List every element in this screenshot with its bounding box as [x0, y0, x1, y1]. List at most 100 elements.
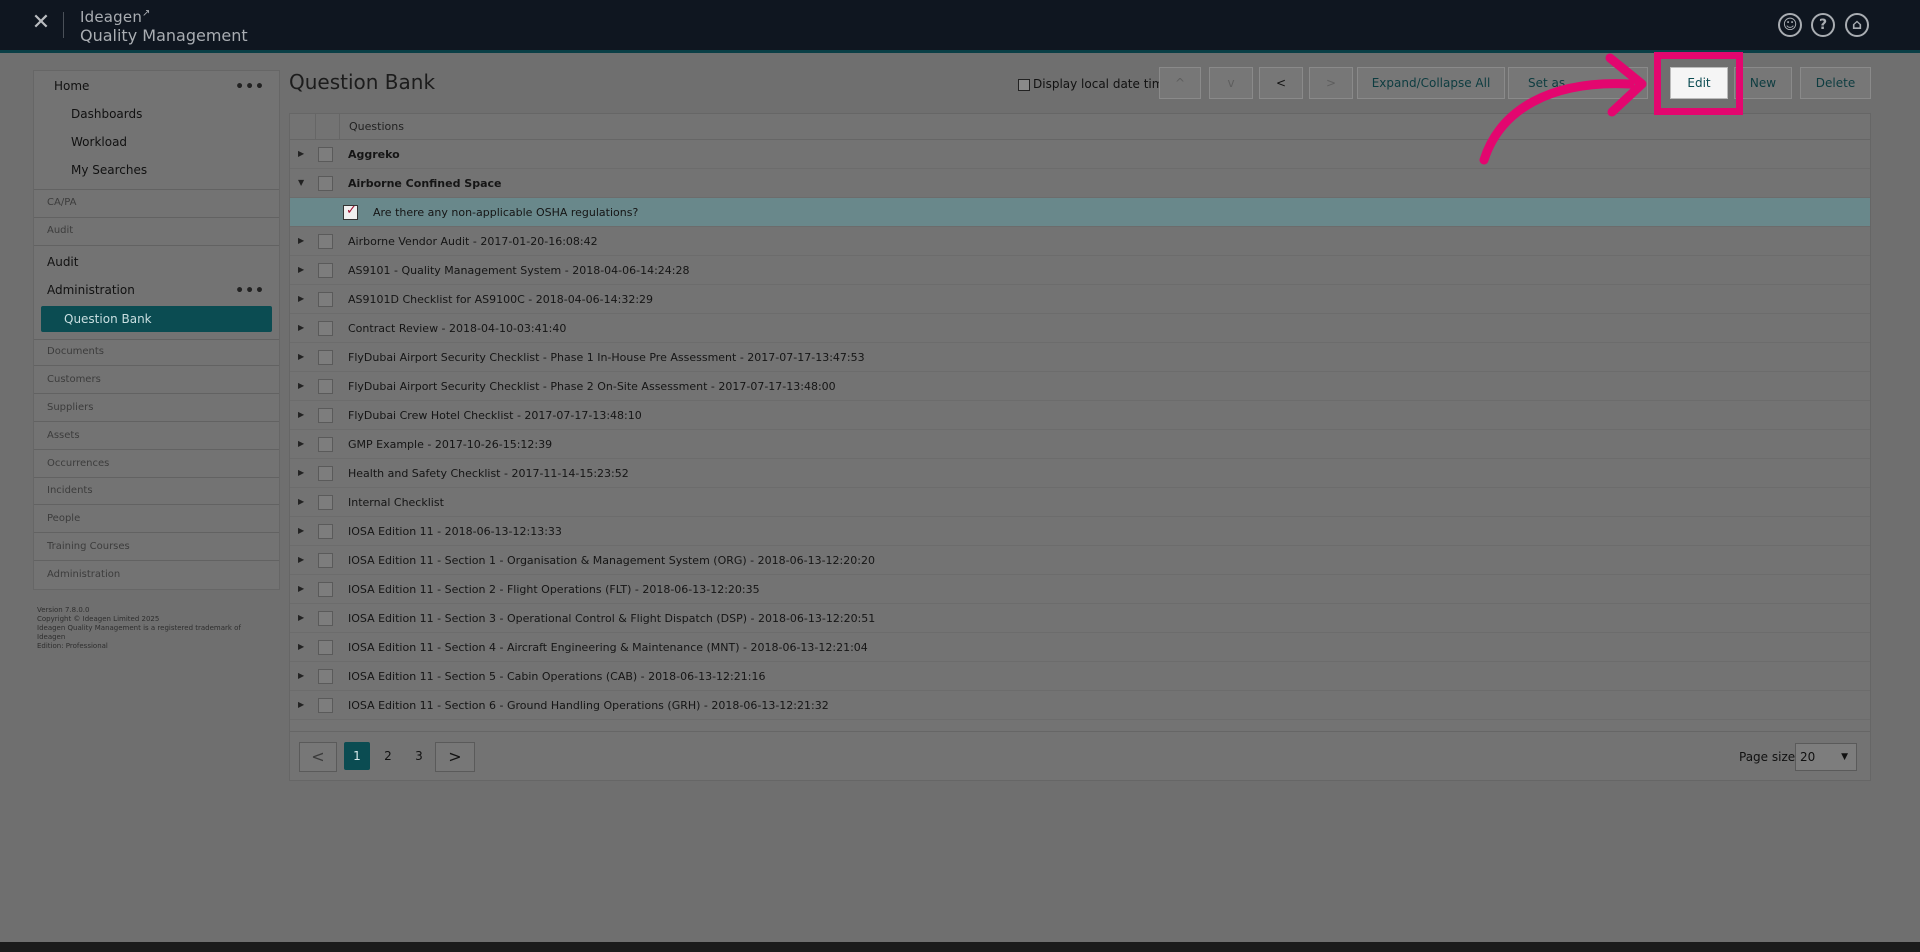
- sidebar-item-my-searches[interactable]: My Searches: [34, 163, 279, 177]
- expand-caret-icon[interactable]: ▶: [298, 410, 304, 419]
- divider: [34, 449, 279, 450]
- table-row[interactable]: ▼ Airborne Confined Space: [290, 169, 1870, 198]
- sidebar-item-suppliers[interactable]: Suppliers: [34, 402, 279, 413]
- sidebar-item-customers[interactable]: Customers: [34, 374, 279, 385]
- expand-caret-icon[interactable]: ▶: [298, 265, 304, 274]
- row-checkbox[interactable]: [318, 495, 333, 510]
- row-checkbox[interactable]: [318, 553, 333, 568]
- row-label: IOSA Edition 11 - Section 1 - Organisati…: [348, 554, 875, 567]
- delete-button[interactable]: Delete: [1800, 67, 1871, 99]
- row-checkbox[interactable]: [318, 611, 333, 626]
- table-row[interactable]: ▶ Airborne Vendor Audit - 2017-01-20-16:…: [290, 227, 1870, 256]
- divider: [34, 477, 279, 478]
- close-icon[interactable]: ✕: [28, 10, 54, 36]
- row-checkbox[interactable]: [318, 524, 333, 539]
- expand-caret-icon[interactable]: ▶: [298, 584, 304, 593]
- row-checkbox[interactable]: [318, 582, 333, 597]
- column-header-questions[interactable]: Questions: [349, 120, 404, 133]
- sidebar-item-administration-module[interactable]: Administration: [34, 569, 279, 580]
- page-size-select[interactable]: 20 ▼: [1795, 743, 1857, 771]
- page-1-button[interactable]: 1: [344, 742, 370, 770]
- table-row[interactable]: ▶ IOSA Edition 11 - Section 3 - Operatio…: [290, 604, 1870, 633]
- row-checkbox[interactable]: [318, 408, 333, 423]
- expand-caret-icon[interactable]: ▶: [298, 294, 304, 303]
- expand-caret-icon[interactable]: ▶: [298, 352, 304, 361]
- table-row[interactable]: ▶ FlyDubai Airport Security Checklist - …: [290, 343, 1870, 372]
- expand-caret-icon[interactable]: ▶: [298, 149, 304, 158]
- sidebar-item-dashboards[interactable]: Dashboards: [34, 107, 279, 121]
- sidebar-item-incidents[interactable]: Incidents: [34, 485, 279, 496]
- sidebar-item-capa[interactable]: CA/PA: [34, 197, 279, 208]
- expand-caret-icon[interactable]: ▶: [298, 642, 304, 651]
- table-row[interactable]: ▶ GMP Example - 2017-10-26-15:12:39: [290, 430, 1870, 459]
- user-icon[interactable]: ☺: [1778, 13, 1802, 37]
- collapse-caret-icon[interactable]: ▼: [298, 178, 304, 187]
- expand-caret-icon[interactable]: ▶: [298, 497, 304, 506]
- divider: [34, 245, 279, 246]
- home-icon[interactable]: ⌂: [1845, 13, 1869, 37]
- sidebar-item-workload[interactable]: Workload: [34, 135, 279, 149]
- sidebar-item-home[interactable]: Home •••: [34, 79, 279, 95]
- expand-caret-icon[interactable]: ▶: [298, 381, 304, 390]
- expand-caret-icon[interactable]: ▶: [298, 236, 304, 245]
- row-checkbox[interactable]: [318, 147, 333, 162]
- sidebar-item-training-courses[interactable]: Training Courses: [34, 541, 279, 552]
- row-checkbox[interactable]: [318, 466, 333, 481]
- expand-caret-icon[interactable]: ▶: [298, 526, 304, 535]
- page-3-button[interactable]: 3: [406, 742, 432, 770]
- table-row[interactable]: ▶ FlyDubai Airport Security Checklist - …: [290, 372, 1870, 401]
- table-row-child[interactable]: ✓ Are there any non-applicable OSHA regu…: [290, 198, 1870, 227]
- expand-caret-icon[interactable]: ▶: [298, 671, 304, 680]
- more-options-icon[interactable]: •••: [235, 283, 265, 299]
- expand-caret-icon[interactable]: ▶: [298, 323, 304, 332]
- sidebar-item-audit-module[interactable]: Audit: [34, 225, 279, 236]
- question-grid: Questions ▶ Aggreko ▼ Airborne Confined …: [289, 113, 1871, 781]
- expand-caret-icon[interactable]: ▶: [298, 555, 304, 564]
- table-row[interactable]: ▶ IOSA Edition 11 - Section 6 - Ground H…: [290, 691, 1870, 720]
- expand-caret-icon[interactable]: ▶: [298, 613, 304, 622]
- bottom-scroll-strip: [0, 942, 1920, 952]
- expand-caret-icon[interactable]: ▶: [298, 468, 304, 477]
- row-checkbox[interactable]: [318, 437, 333, 452]
- row-checkbox[interactable]: [318, 379, 333, 394]
- move-up-button[interactable]: ^: [1159, 67, 1201, 99]
- sidebar-item-administration[interactable]: Administration •••: [34, 283, 279, 299]
- table-row[interactable]: ▶ IOSA Edition 11 - Section 4 - Aircraft…: [290, 633, 1870, 662]
- table-row[interactable]: ▶ AS9101D Checklist for AS9100C - 2018-0…: [290, 285, 1870, 314]
- table-row[interactable]: ▶ IOSA Edition 11 - Section 5 - Cabin Op…: [290, 662, 1870, 691]
- indent-button[interactable]: >: [1309, 67, 1353, 99]
- table-row[interactable]: ▶ IOSA Edition 11 - Section 2 - Flight O…: [290, 575, 1870, 604]
- row-checkbox[interactable]: [318, 669, 333, 684]
- sidebar-item-occurrences[interactable]: Occurrences: [34, 458, 279, 469]
- table-row[interactable]: ▶ IOSA Edition 11 - 2018-06-13-12:13:33: [290, 517, 1870, 546]
- row-checkbox[interactable]: [318, 321, 333, 336]
- prev-page-button[interactable]: <: [299, 742, 337, 772]
- sidebar-item-documents[interactable]: Documents: [34, 346, 279, 357]
- row-checkbox[interactable]: [318, 350, 333, 365]
- table-row[interactable]: ▶ AS9101 - Quality Management System - 2…: [290, 256, 1870, 285]
- row-checkbox[interactable]: [318, 292, 333, 307]
- expand-caret-icon[interactable]: ▶: [298, 439, 304, 448]
- more-options-icon[interactable]: •••: [235, 79, 265, 95]
- row-checkbox[interactable]: [318, 698, 333, 713]
- row-checkbox[interactable]: [318, 263, 333, 278]
- next-page-button[interactable]: >: [435, 742, 475, 772]
- page-2-button[interactable]: 2: [375, 742, 401, 770]
- sidebar-item-people[interactable]: People: [34, 513, 279, 524]
- table-row[interactable]: ▶ FlyDubai Crew Hotel Checklist - 2017-0…: [290, 401, 1870, 430]
- row-checkbox[interactable]: [318, 176, 333, 191]
- outdent-button[interactable]: <: [1259, 67, 1303, 99]
- expand-caret-icon[interactable]: ▶: [298, 700, 304, 709]
- help-icon[interactable]: ?: [1811, 13, 1835, 37]
- row-checkbox[interactable]: [318, 234, 333, 249]
- table-row[interactable]: ▶ Health and Safety Checklist - 2017-11-…: [290, 459, 1870, 488]
- display-local-time-checkbox[interactable]: [1018, 79, 1030, 91]
- table-row[interactable]: ▶ Internal Checklist: [290, 488, 1870, 517]
- sidebar-item-assets[interactable]: Assets: [34, 430, 279, 441]
- table-row[interactable]: ▶ IOSA Edition 11 - Section 1 - Organisa…: [290, 546, 1870, 575]
- row-checkbox[interactable]: [318, 640, 333, 655]
- move-down-button[interactable]: v: [1209, 67, 1253, 99]
- sidebar-item-audit[interactable]: Audit: [34, 255, 279, 269]
- table-row[interactable]: ▶ Contract Review - 2018-04-10-03:41:40: [290, 314, 1870, 343]
- sidebar-item-question-bank[interactable]: Question Bank: [41, 306, 272, 332]
